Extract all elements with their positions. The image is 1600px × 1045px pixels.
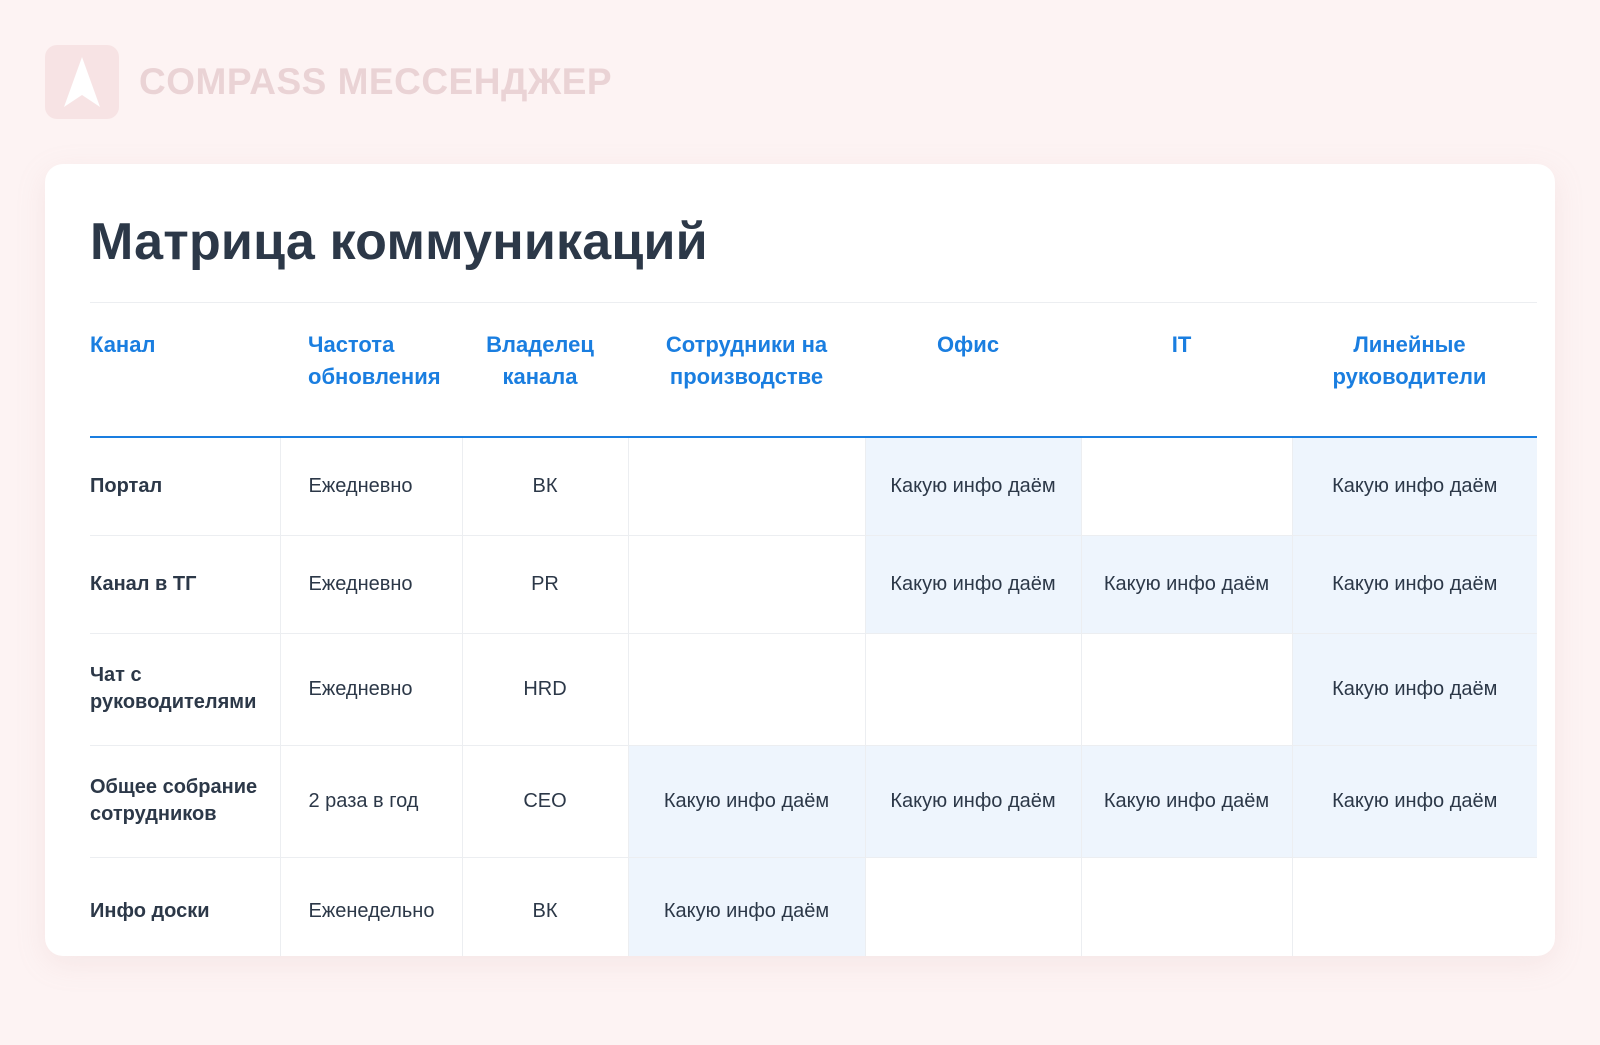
- table-cell: Какую инфо даём: [864, 745, 1081, 858]
- column-header-frequency: Частота обновления: [280, 313, 462, 438]
- brand-header: COMPASS МЕССЕНДЖЕР: [45, 45, 612, 119]
- table-header-row: Канал Частота обновления Владелец канала…: [90, 313, 1537, 438]
- table-cell: Какую инфо даём: [864, 437, 1081, 536]
- table-cell: Какую инфо даём: [1291, 437, 1537, 536]
- table-cell: [1080, 437, 1292, 536]
- table-cell: [1080, 633, 1292, 746]
- compass-logo-icon: [45, 45, 119, 119]
- table-cell: Канал в ТГ: [90, 535, 280, 634]
- table-cell: [1080, 857, 1292, 956]
- title-divider: [90, 302, 1537, 303]
- table-cell: Еженедельно: [279, 857, 462, 956]
- table-cell: ВК: [461, 857, 628, 956]
- table-cell: Какую инфо даём: [864, 535, 1081, 634]
- table-cell: HRD: [461, 633, 628, 746]
- table-row: Портал Ежедневно ВК Какую инфо даём Каку…: [90, 437, 1537, 536]
- table-cell: Общее собрание сотрудников: [90, 745, 280, 858]
- table-row: Канал в ТГ Ежедневно PR Какую инфо даём …: [90, 535, 1537, 634]
- table-row: Чат с руководителями Ежедневно HRD Какую…: [90, 633, 1537, 746]
- table-cell: ВК: [461, 437, 628, 536]
- table-cell: Ежедневно: [279, 633, 462, 746]
- table-cell: [864, 633, 1081, 746]
- column-header-line-managers: Линейные руководители: [1292, 313, 1537, 438]
- column-header-it: IT: [1081, 313, 1292, 438]
- table-cell: Какую инфо даём: [627, 857, 865, 956]
- table-cell: Какую инфо даём: [1080, 745, 1292, 858]
- brand-name: COMPASS МЕССЕНДЖЕР: [139, 61, 613, 102]
- column-header-production-staff: Сотрудники на производстве: [628, 313, 865, 438]
- table-cell: PR: [461, 535, 628, 634]
- column-header-office: Офис: [865, 313, 1081, 438]
- table-cell: [864, 857, 1081, 956]
- table-cell: [627, 535, 865, 634]
- table-cell: [1291, 857, 1537, 956]
- communication-matrix-table: Канал Частота обновления Владелец канала…: [90, 313, 1537, 956]
- table-cell: Ежедневно: [279, 535, 462, 634]
- table-cell: Ежедневно: [279, 437, 462, 536]
- table-cell: Инфо доски: [90, 899, 210, 922]
- table-cell: Портал: [90, 437, 280, 536]
- table-cell: Какую инфо даём: [1080, 535, 1292, 634]
- table-cell: 2 раза в год: [279, 745, 462, 858]
- table-row: Общее собрание сотрудников 2 раза в год …: [90, 745, 1537, 858]
- table-cell: CEO: [461, 745, 628, 858]
- table-cell: Какую инфо даём: [1291, 535, 1537, 634]
- table-row: Инфо доски Еженедельно ВК Какую инфо даё…: [90, 857, 1537, 956]
- table-cell: Какую инфо даём: [627, 745, 865, 858]
- table-cell: Какую инфо даём: [1291, 633, 1537, 746]
- column-header-owner: Владелец канала: [462, 313, 628, 438]
- table-cell: Какую инфо даём: [1291, 745, 1537, 858]
- matrix-card: Матрица коммуникаций Канал Частота обнов…: [45, 164, 1555, 956]
- column-header-channel: Канал: [90, 313, 280, 438]
- table-cell: Чат с руководителями: [90, 633, 280, 746]
- table-cell: [627, 437, 865, 536]
- table-cell: [627, 633, 865, 746]
- page-title: Матрица коммуникаций: [90, 213, 708, 271]
